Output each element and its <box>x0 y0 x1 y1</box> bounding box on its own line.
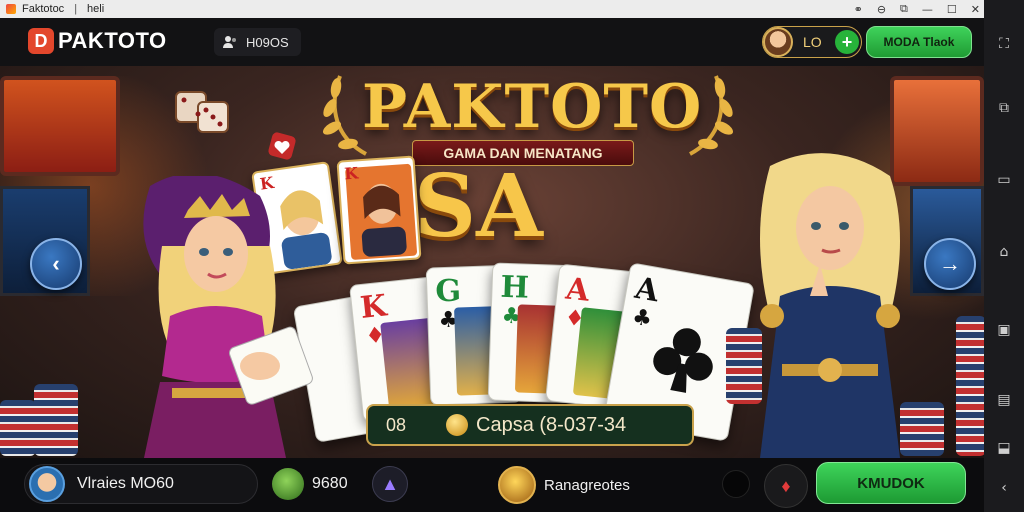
rank-label: Ranagreotes <box>544 476 630 494</box>
fullscreen-icon[interactable]: ⛶ <box>996 36 1012 52</box>
window-icon[interactable]: ▭ <box>996 172 1012 188</box>
brand-logo[interactable]: D PAKTOTO <box>28 28 167 54</box>
maximize-button[interactable]: ☐ <box>947 3 957 16</box>
add-funds-button[interactable]: + <box>835 30 859 54</box>
profile-chip[interactable]: Vlraies MO60 <box>24 464 258 504</box>
top-header: D PAKTOTO H09OS LO + MODA Tlaok <box>0 18 984 66</box>
diamond-icon[interactable]: ♦ <box>764 464 808 508</box>
status-dot[interactable] <box>722 470 750 498</box>
restore-icon[interactable]: ⧉ <box>900 2 908 16</box>
app-icon <box>6 4 16 14</box>
card-rank: A <box>632 270 662 310</box>
chip-stack <box>0 400 36 456</box>
user-avatar[interactable] <box>763 27 793 57</box>
back-icon[interactable]: ‹ <box>996 480 1012 496</box>
title-separator: | <box>74 3 78 15</box>
system-sidebar: ⛶ ⧉ ▭ ⌂ ▣ ▤ ⬓ ‹ <box>984 0 1024 512</box>
hero-title: PAKTOTO <box>362 72 703 142</box>
profile-name: Vlraies MO60 <box>77 475 174 492</box>
card-rank: A <box>564 271 591 309</box>
online-count: H09OS <box>246 34 289 50</box>
screenshot-icon[interactable]: ▣ <box>996 322 1012 338</box>
logo-mark-icon: D <box>28 28 54 54</box>
card-rank: H <box>499 269 530 306</box>
prev-slide-button[interactable]: ‹ <box>30 238 82 290</box>
trophy-icon <box>498 466 536 504</box>
chip-stack <box>956 316 984 456</box>
play-button[interactable]: KMUDOK <box>816 462 966 504</box>
home-icon[interactable]: ⌂ <box>996 244 1012 260</box>
rank-button[interactable]: Ranagreotes <box>498 466 630 504</box>
link-icon[interactable]: ⚭ <box>854 3 863 16</box>
gold-coin-icon <box>446 414 469 436</box>
window-controls: ⚭ ⊖ ⧉ — ☐ ✕ <box>854 0 980 18</box>
next-slide-button[interactable]: → <box>924 238 976 290</box>
dice-icon <box>175 91 229 133</box>
card-suit-icon: ♣ <box>630 304 654 333</box>
character-left-illustration <box>143 176 313 458</box>
close-button[interactable]: ✕ <box>971 3 980 16</box>
online-players-badge[interactable]: H09OS <box>214 28 301 56</box>
gem-icon[interactable]: ▲ <box>372 466 408 502</box>
face-card-rank: K <box>343 163 359 184</box>
chip-stack <box>34 384 78 456</box>
slot-machine-left <box>0 76 120 176</box>
bottom-bar: Vlraies MO60 9680 ▲ Ranagreotes ♦ KMUDOK <box>0 458 984 512</box>
card-rank: K <box>358 288 389 327</box>
minus-circle-icon[interactable]: ⊖ <box>877 3 886 16</box>
club-icon <box>653 328 713 393</box>
coin-value: 9680 <box>312 475 348 492</box>
window-subtitle: heli <box>87 3 105 15</box>
toggle-icon[interactable]: ⬓ <box>996 440 1012 456</box>
heart-token-icon <box>268 132 296 160</box>
window-title-bar: Faktotoc | heli ⚭ ⊖ ⧉ — ☐ ✕ <box>0 0 984 18</box>
game-name: Capsa (8-037-34 <box>476 413 627 436</box>
logo-text: PAKTOTO <box>58 28 167 53</box>
game-info-bar[interactable]: 08 Capsa (8-037-34 <box>366 404 694 446</box>
character-right-illustration <box>760 153 900 458</box>
user-level-pill[interactable]: LO + <box>762 26 862 58</box>
minimize-button[interactable]: — <box>922 3 933 16</box>
user-level: LO <box>803 34 822 50</box>
table-number: 08 <box>386 414 407 435</box>
hero-banner[interactable]: PAKTOTO GAMA DAN MENATANG SA SEU K K <box>0 66 984 458</box>
coin-icon <box>272 468 304 500</box>
coin-balance[interactable]: 9680 <box>272 468 348 500</box>
window-title: Faktotoc <box>22 3 65 15</box>
card-rank: G <box>434 273 462 310</box>
mode-button[interactable]: MODA Tlaok <box>866 26 972 58</box>
face-card-king-2: K <box>336 155 422 265</box>
multi-window-icon[interactable]: ⧉ <box>996 100 1012 116</box>
layout-icon[interactable]: ▤ <box>996 392 1012 408</box>
game-lobby-window: Faktotoc | heli ⚭ ⊖ ⧉ — ☐ ✕ D PAKTOTO H0… <box>0 0 1024 512</box>
players-icon <box>223 36 236 48</box>
profile-avatar[interactable] <box>29 466 65 502</box>
